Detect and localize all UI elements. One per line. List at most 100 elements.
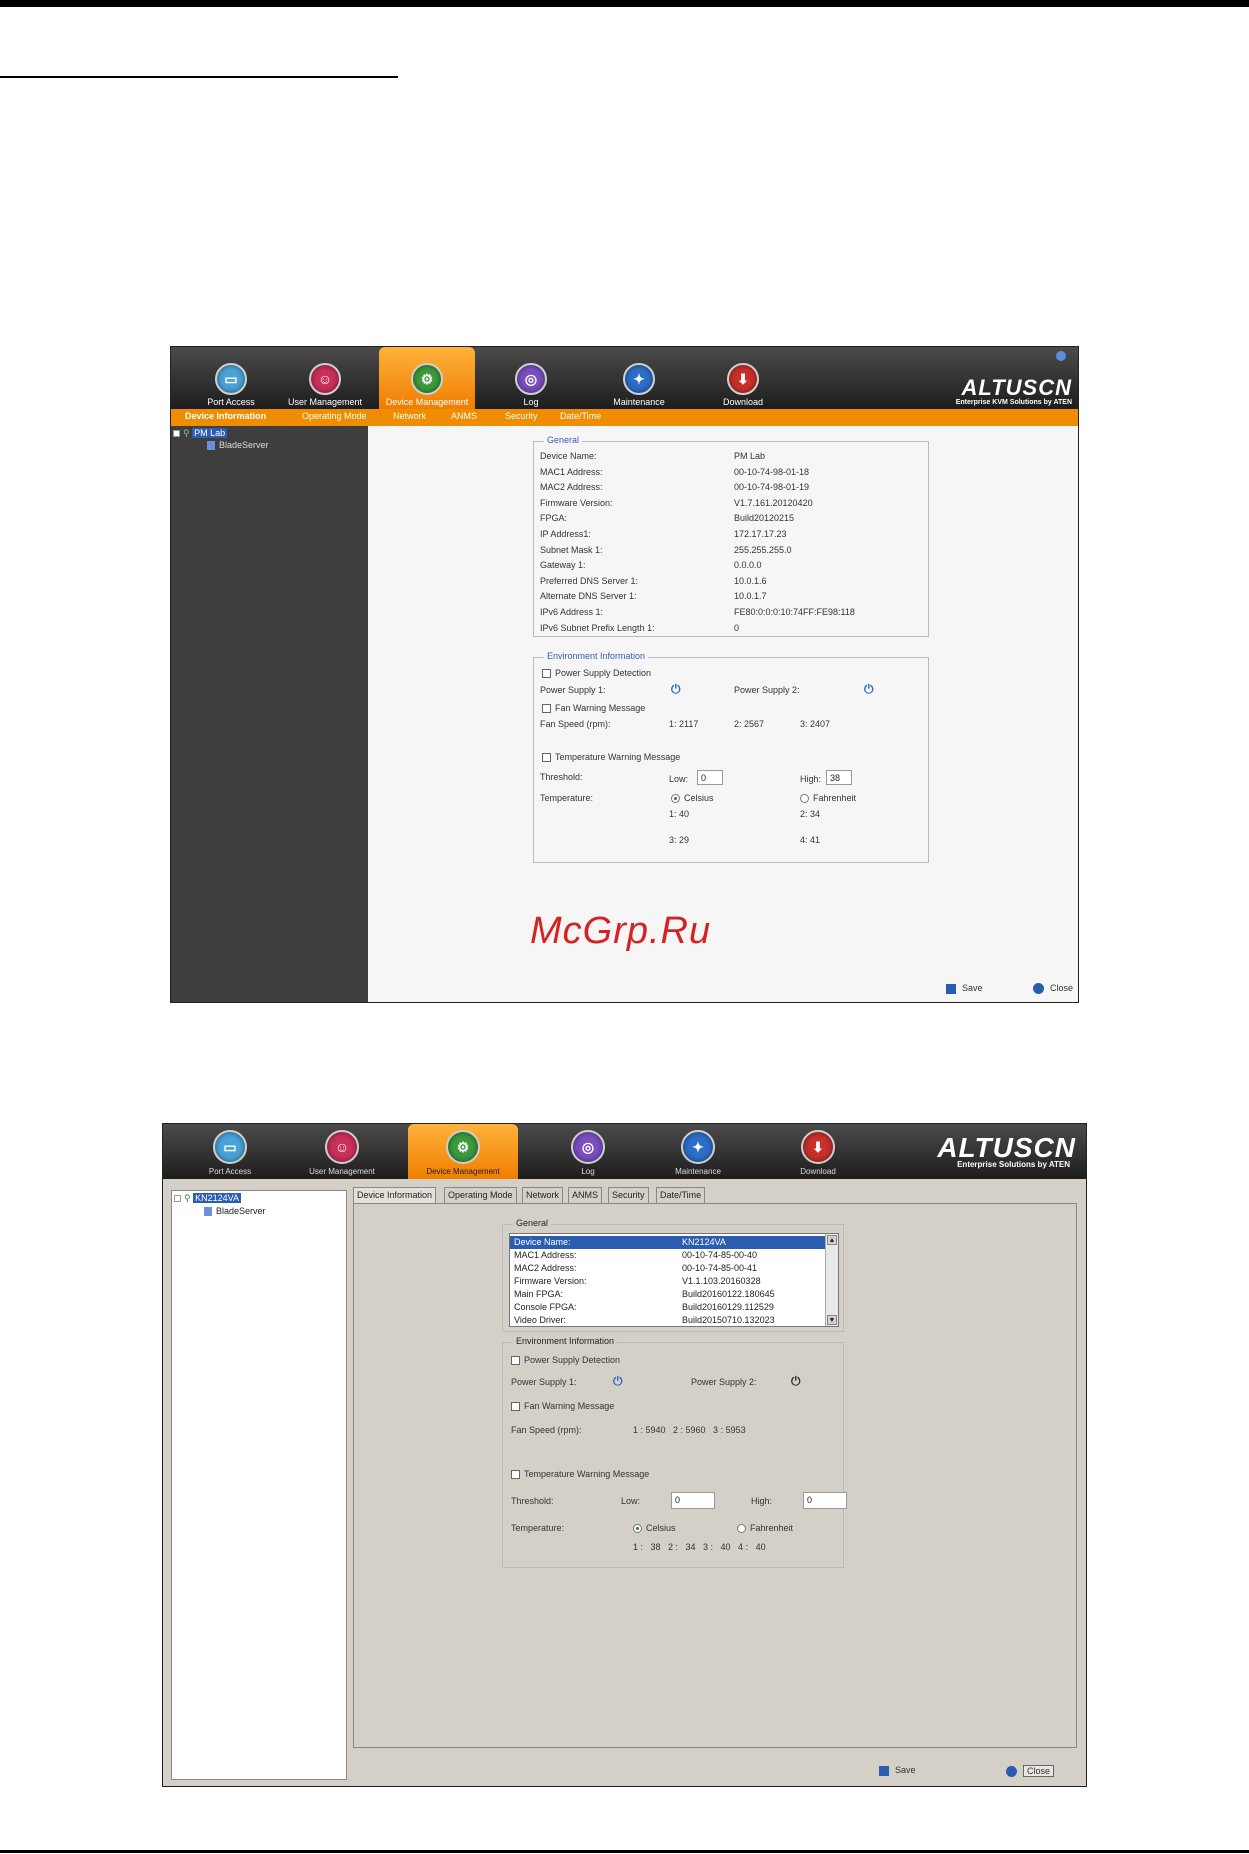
power-supply-detection-checkbox[interactable]: Power Supply Detection <box>542 668 652 679</box>
save-icon <box>879 1765 889 1776</box>
nav-maintenance[interactable]: ✦ Maintenance <box>643 1124 753 1179</box>
fan-warning-checkbox[interactable]: Fan Warning Message <box>511 1401 615 1412</box>
nav-download[interactable]: ⬇ Download <box>695 347 791 409</box>
brand-tagline: Enterprise KVM Solutions by ATEN <box>955 399 1072 406</box>
tab-device-information[interactable]: Device Information <box>353 1187 437 1204</box>
device-tree-sidebar: ⚲ PM Lab BladeServer <box>171 426 368 1002</box>
close-button[interactable]: Close <box>1033 983 1073 995</box>
list-item[interactable]: MAC1 Address: 00-10-74-85-00-40 <box>510 1249 826 1262</box>
nav-device-management[interactable]: ⚙ Device Management <box>379 347 475 409</box>
list-item[interactable]: Console FPGA: Build20160129.112529 <box>510 1301 826 1314</box>
general-field-value: KN2124VA <box>682 1237 726 1247</box>
nav-log[interactable]: ◎ Log <box>483 347 579 409</box>
high-threshold-input[interactable]: 0 <box>803 1492 847 1509</box>
top-rule <box>0 0 1249 7</box>
general-field-value: 0 <box>734 622 740 633</box>
save-button[interactable]: Save <box>946 983 983 994</box>
tree-root-label: PM Lab <box>192 428 228 438</box>
threshold-label: Threshold: <box>511 1496 554 1506</box>
list-item[interactable]: Device Name: KN2124VA <box>510 1236 826 1249</box>
celsius-radio[interactable]: Celsius <box>633 1523 676 1534</box>
tree-expand-icon[interactable] <box>174 1195 181 1203</box>
nav-download[interactable]: ⬇ Download <box>763 1124 873 1179</box>
power-supply-detection-label: Power Supply Detection <box>524 1355 621 1365</box>
close-label: Close <box>1023 1765 1055 1777</box>
general-field-value: FE80:0:0:0:10:74FF:FE98:118 <box>734 607 855 617</box>
power-icon: ⏻ <box>864 682 874 696</box>
nav-port-access[interactable]: ▭ Port Access <box>183 347 279 409</box>
low-threshold-input[interactable]: 0 <box>671 1492 715 1509</box>
tree-child[interactable]: BladeServer <box>204 1206 266 1217</box>
gear-icon: ⚙ <box>446 1130 480 1164</box>
nav-device-management[interactable]: ⚙ Device Management <box>408 1124 518 1179</box>
celsius-radio[interactable]: Celsius <box>671 793 714 804</box>
tree-root[interactable]: ⚲ KN2124VA <box>174 1193 241 1204</box>
celsius-label: Celsius <box>684 793 714 803</box>
tab-network[interactable]: Network <box>393 411 426 421</box>
power-supply-2-label: Power Supply 2: <box>734 685 800 695</box>
network-icon: ⚲ <box>183 428 190 438</box>
tab-security[interactable]: Security <box>608 1187 649 1203</box>
scroll-up-icon[interactable]: ▲ <box>827 1235 837 1245</box>
nav-label: User Management <box>287 397 363 407</box>
tab-operating-mode[interactable]: Operating Mode <box>302 411 367 421</box>
power-supply-detection-label: Power Supply Detection <box>555 668 652 678</box>
high-threshold-input[interactable]: 38 <box>826 770 852 785</box>
general-field-label: Firmware Version: <box>514 1276 587 1286</box>
temperature-warning-label: Temperature Warning Message <box>524 1469 650 1479</box>
list-item[interactable]: MAC2 Address: 00-10-74-85-00-41 <box>510 1262 826 1275</box>
radio-dot <box>737 1524 746 1534</box>
fahrenheit-radio[interactable]: Fahrenheit <box>800 793 856 804</box>
tab-operating-mode[interactable]: Operating Mode <box>444 1187 517 1203</box>
sub-tab-bar: Device Information Operating Mode Networ… <box>171 409 1078 426</box>
nav-port-access[interactable]: ▭ Port Access <box>175 1124 285 1179</box>
device-information-panel: General Device Name: KN2124VA MAC1 Address… <box>353 1203 1077 1748</box>
fahrenheit-label: Fahrenheit <box>750 1523 794 1533</box>
temperature-warning-checkbox[interactable]: Temperature Warning Message <box>511 1469 650 1480</box>
nav-maintenance[interactable]: ✦ Maintenance <box>591 347 687 409</box>
general-field-label: Device Name: <box>514 1237 571 1247</box>
general-field-value: 0.0.0.0 <box>734 560 762 571</box>
top-navigation-bar: ▭ Port Access ☺ User Management ⚙ Device… <box>163 1124 1086 1179</box>
general-info-list[interactable]: Device Name: KN2124VA MAC1 Address: 00-10-7… <box>509 1233 839 1327</box>
tab-date-time[interactable]: Date/Time <box>560 411 601 421</box>
power-supply-detection-checkbox[interactable]: Power Supply Detection <box>511 1355 621 1366</box>
temperature-warning-checkbox[interactable]: Temperature Warning Message <box>542 752 680 763</box>
tab-security[interactable]: Security <box>505 411 538 421</box>
general-field-value: 00-10-74-85-00-41 <box>682 1263 758 1273</box>
list-scrollbar[interactable]: ▲ ▼ <box>825 1234 838 1326</box>
tab-date-time[interactable]: Date/Time <box>656 1187 706 1203</box>
fan-speed-label: Fan Speed (rpm): <box>540 719 611 729</box>
fan-warning-label: Fan Warning Message <box>524 1401 615 1411</box>
monitor-icon: ▭ <box>213 1130 247 1164</box>
low-threshold-input[interactable]: 0 <box>697 770 723 785</box>
device-tree-sidebar: ⚲ KN2124VA BladeServer <box>171 1190 347 1780</box>
list-item[interactable]: Main FPGA: Build20160122.180645 <box>510 1288 826 1301</box>
fan-2-value: 2: 2567 <box>734 719 765 729</box>
tab-network[interactable]: Network <box>522 1187 564 1203</box>
tab-anms[interactable]: ANMS <box>451 411 477 421</box>
fan-warning-checkbox[interactable]: Fan Warning Message <box>542 703 645 714</box>
close-button[interactable]: Close <box>1006 1765 1055 1778</box>
checkbox-box <box>542 753 551 763</box>
radio-dot <box>671 794 680 804</box>
tree-root[interactable]: ⚲ PM Lab <box>173 428 228 439</box>
general-field-label: Main FPGA: <box>514 1289 564 1299</box>
high-threshold-label: High: <box>751 1496 773 1506</box>
tree-child[interactable]: BladeServer <box>207 440 269 451</box>
list-item[interactable]: Video Driver: Build20150710.132023 <box>510 1314 826 1326</box>
fahrenheit-radio[interactable]: Fahrenheit <box>737 1523 794 1534</box>
save-icon <box>946 983 956 994</box>
nav-log[interactable]: ◎ Log <box>533 1124 643 1179</box>
radio-dot <box>800 794 809 804</box>
help-icon[interactable] <box>1056 351 1066 361</box>
list-item[interactable]: Firmware Version: V1.1.103.20160328 <box>510 1275 826 1288</box>
save-button[interactable]: Save <box>879 1765 916 1776</box>
scroll-down-icon[interactable]: ▼ <box>827 1315 837 1325</box>
nav-user-management[interactable]: ☺ User Management <box>287 1124 397 1179</box>
tree-expand-icon[interactable] <box>173 430 180 438</box>
power-icon: ⏻ <box>671 682 681 696</box>
nav-user-management[interactable]: ☺ User Management <box>277 347 373 409</box>
tab-anms[interactable]: ANMS <box>568 1187 603 1203</box>
tab-device-information[interactable]: Device Information <box>185 411 266 421</box>
